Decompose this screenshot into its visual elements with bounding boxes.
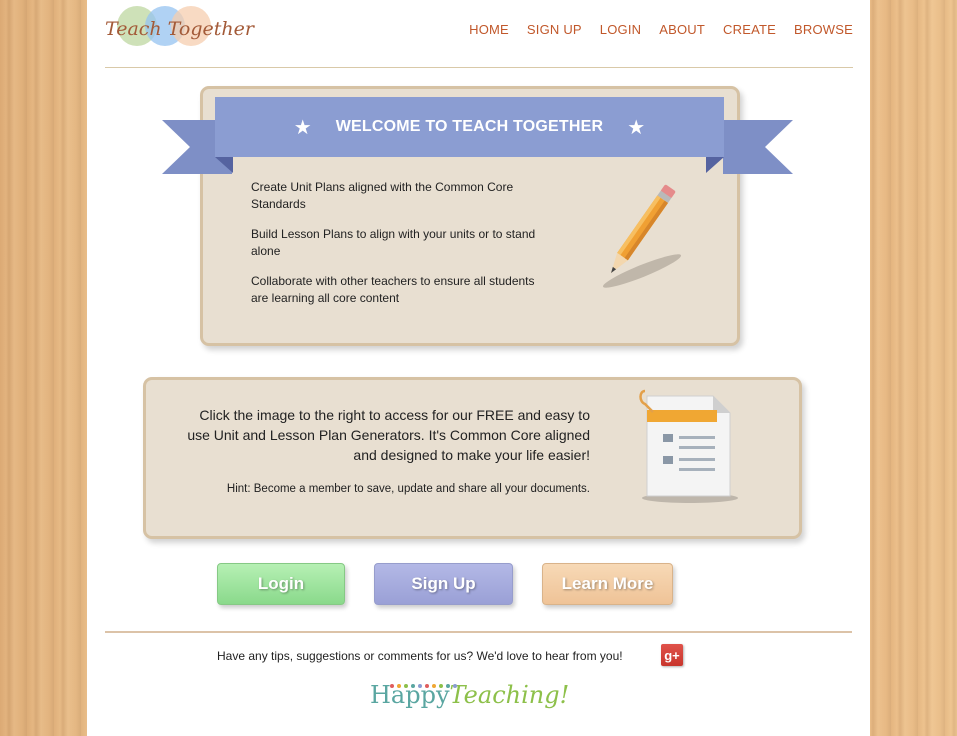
- star-icon: ★: [293, 115, 312, 139]
- generator-description: Click the image to the right to access f…: [187, 407, 590, 463]
- footer-divider: [105, 631, 852, 633]
- login-button[interactable]: Login: [217, 563, 345, 605]
- generator-hint: Hint: Become a member to save, update an…: [226, 483, 590, 495]
- feature-item: Build Lesson Plans to align with your un…: [251, 227, 536, 258]
- star-icon: ★: [627, 115, 646, 139]
- feature-item: Collaborate with other teachers to ensur…: [251, 274, 535, 305]
- welcome-feature-list: Create Unit Plans aligned with the Commo…: [251, 179, 551, 320]
- nav-home[interactable]: HOME: [469, 22, 509, 37]
- ribbon-tail-right: [723, 120, 793, 174]
- google-plus-icon[interactable]: g+: [661, 644, 683, 666]
- nav-about[interactable]: ABOUT: [659, 22, 705, 37]
- header-divider: [105, 67, 853, 68]
- pencil-icon: [602, 184, 682, 288]
- ribbon-fold-right: [706, 157, 724, 173]
- nav-login[interactable]: LOGIN: [600, 22, 641, 37]
- main-nav: HOME SIGN UP LOGIN ABOUT CREATE BROWSE: [469, 22, 853, 37]
- nav-sign-up[interactable]: SIGN UP: [527, 22, 582, 37]
- happy-teaching-logo[interactable]: HappyTeaching!: [370, 681, 569, 725]
- nav-browse[interactable]: BROWSE: [794, 22, 853, 37]
- welcome-title: WELCOME TO TEACH TOGETHER: [335, 118, 604, 135]
- nav-create[interactable]: CREATE: [723, 22, 776, 37]
- learn-more-button[interactable]: Learn More: [542, 563, 673, 605]
- feedback-text: Have any tips, suggestions or comments f…: [217, 649, 623, 663]
- brand-teaching: Teaching!: [449, 681, 570, 709]
- ribbon-fold-left: [215, 157, 233, 173]
- logo-text: Teach Together: [105, 18, 254, 40]
- feature-item: Create Unit Plans aligned with the Commo…: [251, 180, 514, 211]
- logo-dots: [390, 684, 457, 688]
- page-container: Teach Together HOME SIGN UP LOGIN ABOUT …: [87, 0, 870, 736]
- welcome-ribbon: ★ WELCOME TO TEACH TOGETHER ★: [215, 97, 724, 157]
- sign-up-button[interactable]: Sign Up: [374, 563, 513, 605]
- document-icon[interactable]: [635, 388, 745, 508]
- logo[interactable]: Teach Together: [105, 6, 254, 58]
